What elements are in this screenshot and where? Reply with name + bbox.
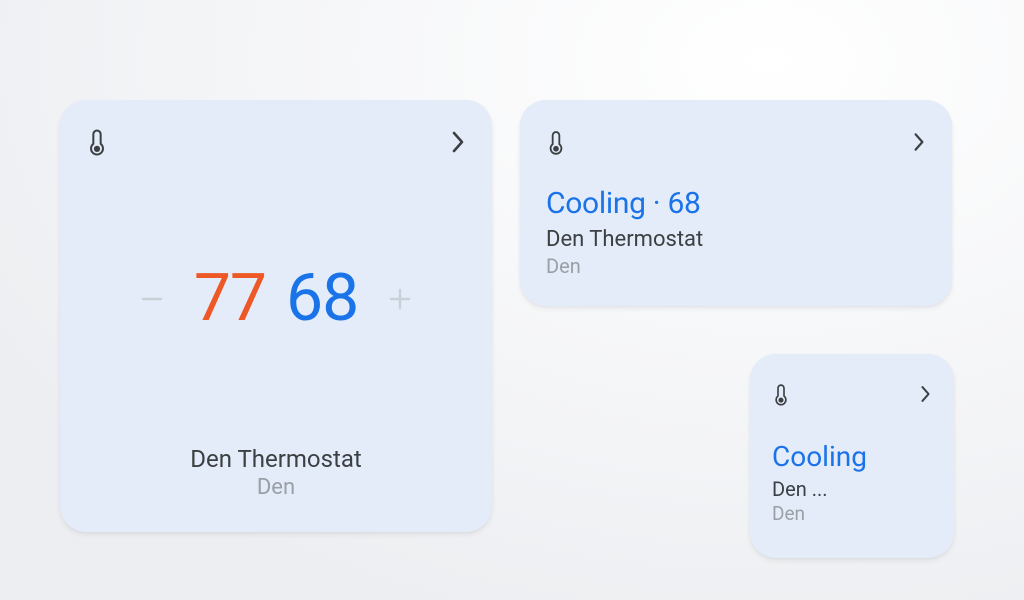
- room-name: Den: [546, 254, 926, 278]
- device-name: Den ...: [772, 477, 932, 501]
- thermometer-icon: [546, 129, 566, 156]
- thermostat-card-small[interactable]: Cooling Den ... Den: [750, 354, 954, 558]
- thermostat-card-large[interactable]: 77 68 Den Thermostat Den: [60, 100, 492, 532]
- increase-button[interactable]: [378, 277, 422, 321]
- heat-setpoint: 77: [194, 260, 266, 337]
- card-footer: Den Thermostat Den: [86, 445, 466, 510]
- card-header: [772, 374, 932, 414]
- status-line: Cooling · 68: [546, 186, 926, 221]
- device-name: Den Thermostat: [86, 445, 466, 473]
- status-line: Cooling: [772, 440, 932, 473]
- setpoint-row: 77 68: [86, 152, 466, 445]
- thermometer-icon: [772, 382, 790, 407]
- cool-setpoint: 68: [286, 260, 358, 337]
- card-header: [546, 122, 926, 162]
- room-name: Den: [772, 502, 932, 525]
- chevron-right-icon[interactable]: [919, 384, 932, 404]
- room-name: Den: [86, 475, 466, 500]
- decrease-button[interactable]: [130, 277, 174, 321]
- device-name: Den Thermostat: [546, 227, 926, 252]
- thermostat-card-medium[interactable]: Cooling · 68 Den Thermostat Den: [520, 100, 952, 306]
- chevron-right-icon[interactable]: [912, 131, 926, 153]
